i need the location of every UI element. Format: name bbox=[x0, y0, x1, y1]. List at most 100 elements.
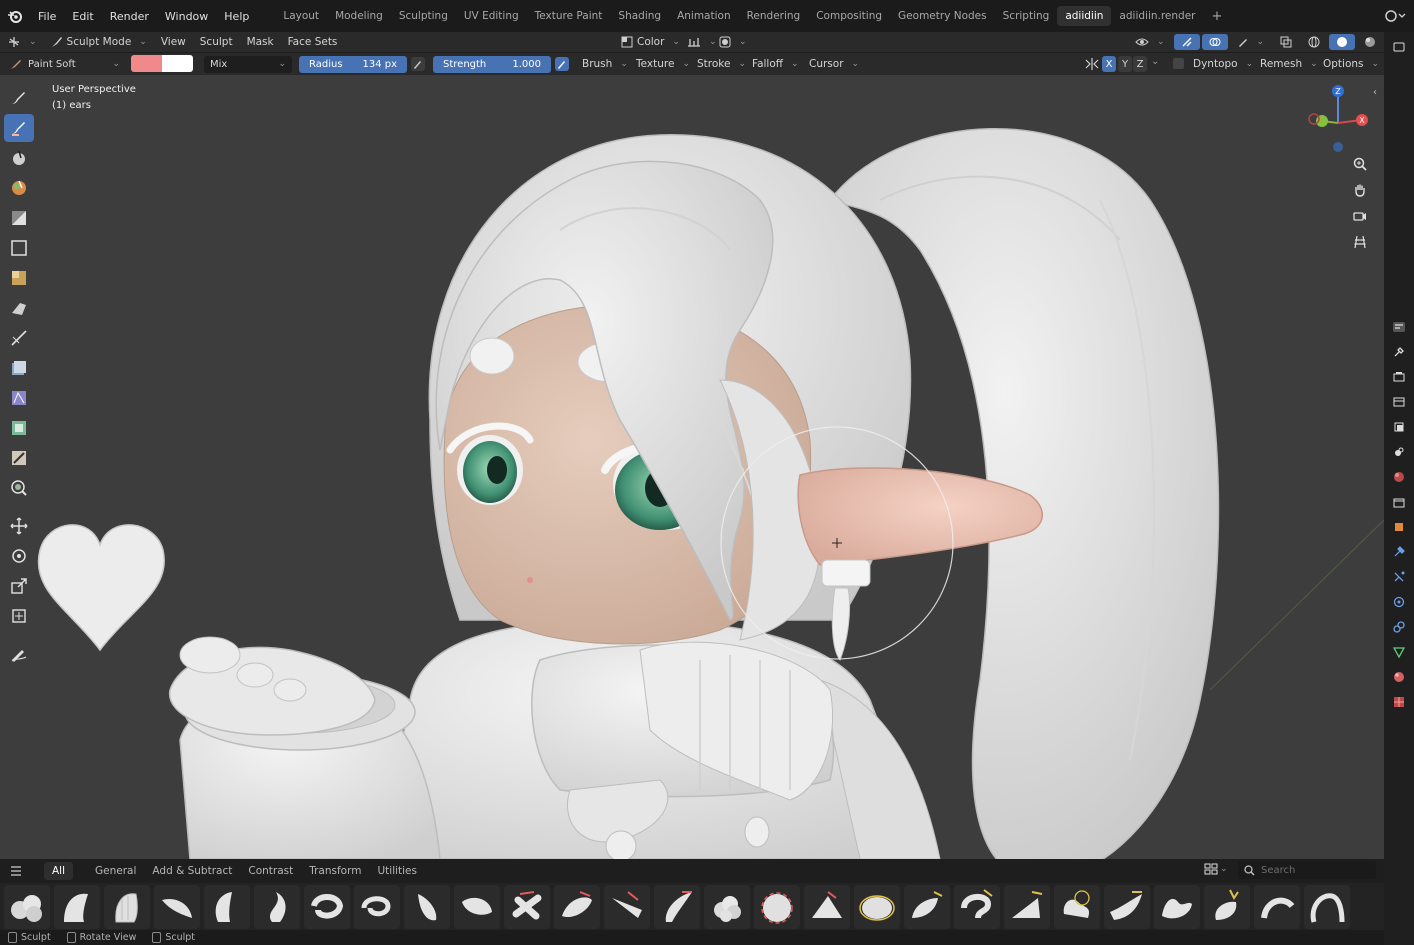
properties-editor-icon[interactable] bbox=[1389, 317, 1409, 337]
brush-thumbnail[interactable] bbox=[754, 884, 800, 929]
overlay-toggle[interactable] bbox=[1201, 34, 1228, 50]
color-attribute-selector[interactable]: Color bbox=[614, 36, 687, 48]
dyntopo-menu[interactable]: Dyntopo bbox=[1186, 58, 1260, 70]
tool-transform[interactable] bbox=[4, 602, 34, 630]
category-tab-add-subtract[interactable]: Add & Subtract bbox=[144, 865, 240, 877]
blend-mode-selector[interactable]: Mix bbox=[204, 55, 292, 73]
workspace-tab-sculpting[interactable]: Sculpting bbox=[391, 6, 456, 26]
radius-slider[interactable]: Radius 134 px bbox=[299, 55, 407, 73]
category-tab-general[interactable]: General bbox=[87, 865, 144, 877]
brush-thumbnail[interactable] bbox=[904, 884, 950, 929]
modifier-properties-icon[interactable] bbox=[1389, 542, 1409, 562]
brush-thumbnail[interactable] bbox=[854, 884, 900, 929]
workspace-tab-adiidiin[interactable]: adiidiin bbox=[1057, 6, 1112, 26]
visibility-selector[interactable] bbox=[1128, 37, 1172, 47]
brush-thumbnail[interactable] bbox=[554, 884, 600, 929]
brush-thumbnail[interactable] bbox=[154, 884, 200, 929]
pivot-selector[interactable] bbox=[712, 36, 754, 48]
particles-properties-icon[interactable] bbox=[1389, 567, 1409, 587]
workspace-tab-animation[interactable]: Animation bbox=[669, 6, 739, 26]
workspace-tab-rendering[interactable]: Rendering bbox=[739, 6, 809, 26]
brush-thumbnail[interactable] bbox=[454, 884, 500, 929]
mode-selector[interactable]: Sculpt Mode bbox=[44, 36, 154, 48]
add-workspace-button[interactable]: + bbox=[1204, 5, 1231, 28]
brush-thumbnail[interactable] bbox=[704, 884, 750, 929]
pan-hand-icon[interactable] bbox=[1350, 183, 1370, 201]
data-properties-icon[interactable] bbox=[1389, 642, 1409, 662]
shading-wireframe[interactable] bbox=[1301, 36, 1327, 48]
tool-box-trim[interactable] bbox=[4, 294, 34, 322]
stroke-panel-menu[interactable]: Stroke bbox=[690, 58, 753, 70]
workspace-tab-adiidiin-render[interactable]: adiidiin.render bbox=[1111, 6, 1203, 26]
output-properties-icon[interactable] bbox=[1389, 392, 1409, 412]
brush-thumbnail[interactable] bbox=[804, 884, 850, 929]
constraints-properties-icon[interactable] bbox=[1389, 617, 1409, 637]
world-properties-icon[interactable] bbox=[1389, 467, 1409, 487]
primary-color-swatch[interactable] bbox=[131, 55, 162, 72]
brush-selector[interactable]: Paint Soft bbox=[4, 55, 126, 73]
axis-y-toggle[interactable]: Y bbox=[1118, 56, 1132, 72]
navigation-gizmo[interactable]: Z X bbox=[1298, 83, 1378, 163]
brush-thumbnail[interactable] bbox=[1004, 884, 1050, 929]
strength-pressure-pen-icon[interactable] bbox=[555, 57, 569, 74]
axis-z-toggle[interactable]: Z bbox=[1133, 56, 1147, 72]
brush-thumbnail[interactable] bbox=[504, 884, 550, 929]
workspace-tab-texture-paint[interactable]: Texture Paint bbox=[527, 6, 611, 26]
brush-thumbnail[interactable] bbox=[1204, 884, 1250, 929]
view-layer-icon[interactable] bbox=[1389, 417, 1409, 437]
brush-thumbnail[interactable] bbox=[204, 884, 250, 929]
tool-scale[interactable] bbox=[4, 572, 34, 600]
menu-window[interactable]: Window bbox=[157, 10, 216, 23]
tool-draw[interactable] bbox=[4, 84, 34, 112]
brush-search-input[interactable]: Search bbox=[1238, 861, 1376, 879]
collapse-arrow-icon[interactable]: ‹ bbox=[1373, 87, 1377, 98]
workspace-tab-scripting[interactable]: Scripting bbox=[995, 6, 1058, 26]
tool-color-palette[interactable] bbox=[4, 414, 34, 442]
texture-panel-menu[interactable]: Texture bbox=[629, 58, 697, 70]
scene-properties-icon[interactable] bbox=[1389, 442, 1409, 462]
menu-face-sets[interactable]: Face Sets bbox=[281, 36, 345, 48]
menu-view[interactable]: View bbox=[154, 36, 193, 48]
render-properties-icon[interactable] bbox=[1389, 367, 1409, 387]
tool-properties-icon[interactable] bbox=[1389, 342, 1409, 362]
brush-thumbnail[interactable] bbox=[604, 884, 650, 929]
tool-box-mask[interactable] bbox=[4, 234, 34, 262]
xray-toggle[interactable] bbox=[1273, 36, 1299, 48]
menu-edit[interactable]: Edit bbox=[64, 10, 101, 23]
brush-thumbnail[interactable] bbox=[954, 884, 1000, 929]
blender-logo-icon[interactable] bbox=[0, 9, 30, 23]
secondary-color-swatch[interactable] bbox=[162, 55, 193, 72]
workspace-tab-compositing[interactable]: Compositing bbox=[808, 6, 890, 26]
tool-mesh-filter[interactable] bbox=[4, 354, 34, 382]
tool-mask[interactable] bbox=[4, 204, 34, 232]
texture-properties-icon[interactable] bbox=[1389, 692, 1409, 712]
perspective-grid-icon[interactable] bbox=[1350, 235, 1370, 253]
brush-thumbnail[interactable] bbox=[254, 884, 300, 929]
tool-line-project[interactable] bbox=[4, 324, 34, 352]
symmetry-options-icon[interactable]: ⌄ bbox=[1151, 56, 1159, 67]
brush-thumbnail[interactable] bbox=[354, 884, 400, 929]
strength-slider[interactable]: Strength 1.000 bbox=[433, 55, 551, 73]
category-tab-contrast[interactable]: Contrast bbox=[240, 865, 301, 877]
falloff-panel-menu[interactable]: Falloff bbox=[745, 58, 806, 70]
tool-color-filter[interactable] bbox=[4, 174, 34, 202]
tool-move[interactable] bbox=[4, 512, 34, 540]
menu-help[interactable]: Help bbox=[216, 10, 257, 23]
tab-header-icon[interactable] bbox=[1389, 37, 1409, 57]
workspace-tab-shading[interactable]: Shading bbox=[610, 6, 669, 26]
gizmo-toggle[interactable] bbox=[1173, 34, 1200, 50]
physics-properties-icon[interactable] bbox=[1389, 592, 1409, 612]
hamburger-menu-icon[interactable] bbox=[0, 866, 32, 876]
axis-x-toggle[interactable]: X bbox=[1102, 56, 1116, 72]
brush-thumbnail[interactable] bbox=[1154, 884, 1200, 929]
radius-pressure-pen-icon[interactable] bbox=[411, 57, 425, 74]
dyntopo-checkbox[interactable] bbox=[1173, 58, 1184, 69]
brush-thumbnail[interactable] bbox=[304, 884, 350, 929]
editor-type-button[interactable] bbox=[0, 36, 44, 48]
brush-thumbnail[interactable] bbox=[1104, 884, 1150, 929]
brush-thumbnail[interactable] bbox=[1054, 884, 1100, 929]
tool-paint[interactable] bbox=[4, 114, 34, 142]
tool-edit-face-set[interactable] bbox=[4, 444, 34, 472]
options-menu[interactable]: Options bbox=[1316, 58, 1386, 70]
tool-rotate[interactable] bbox=[4, 542, 34, 570]
